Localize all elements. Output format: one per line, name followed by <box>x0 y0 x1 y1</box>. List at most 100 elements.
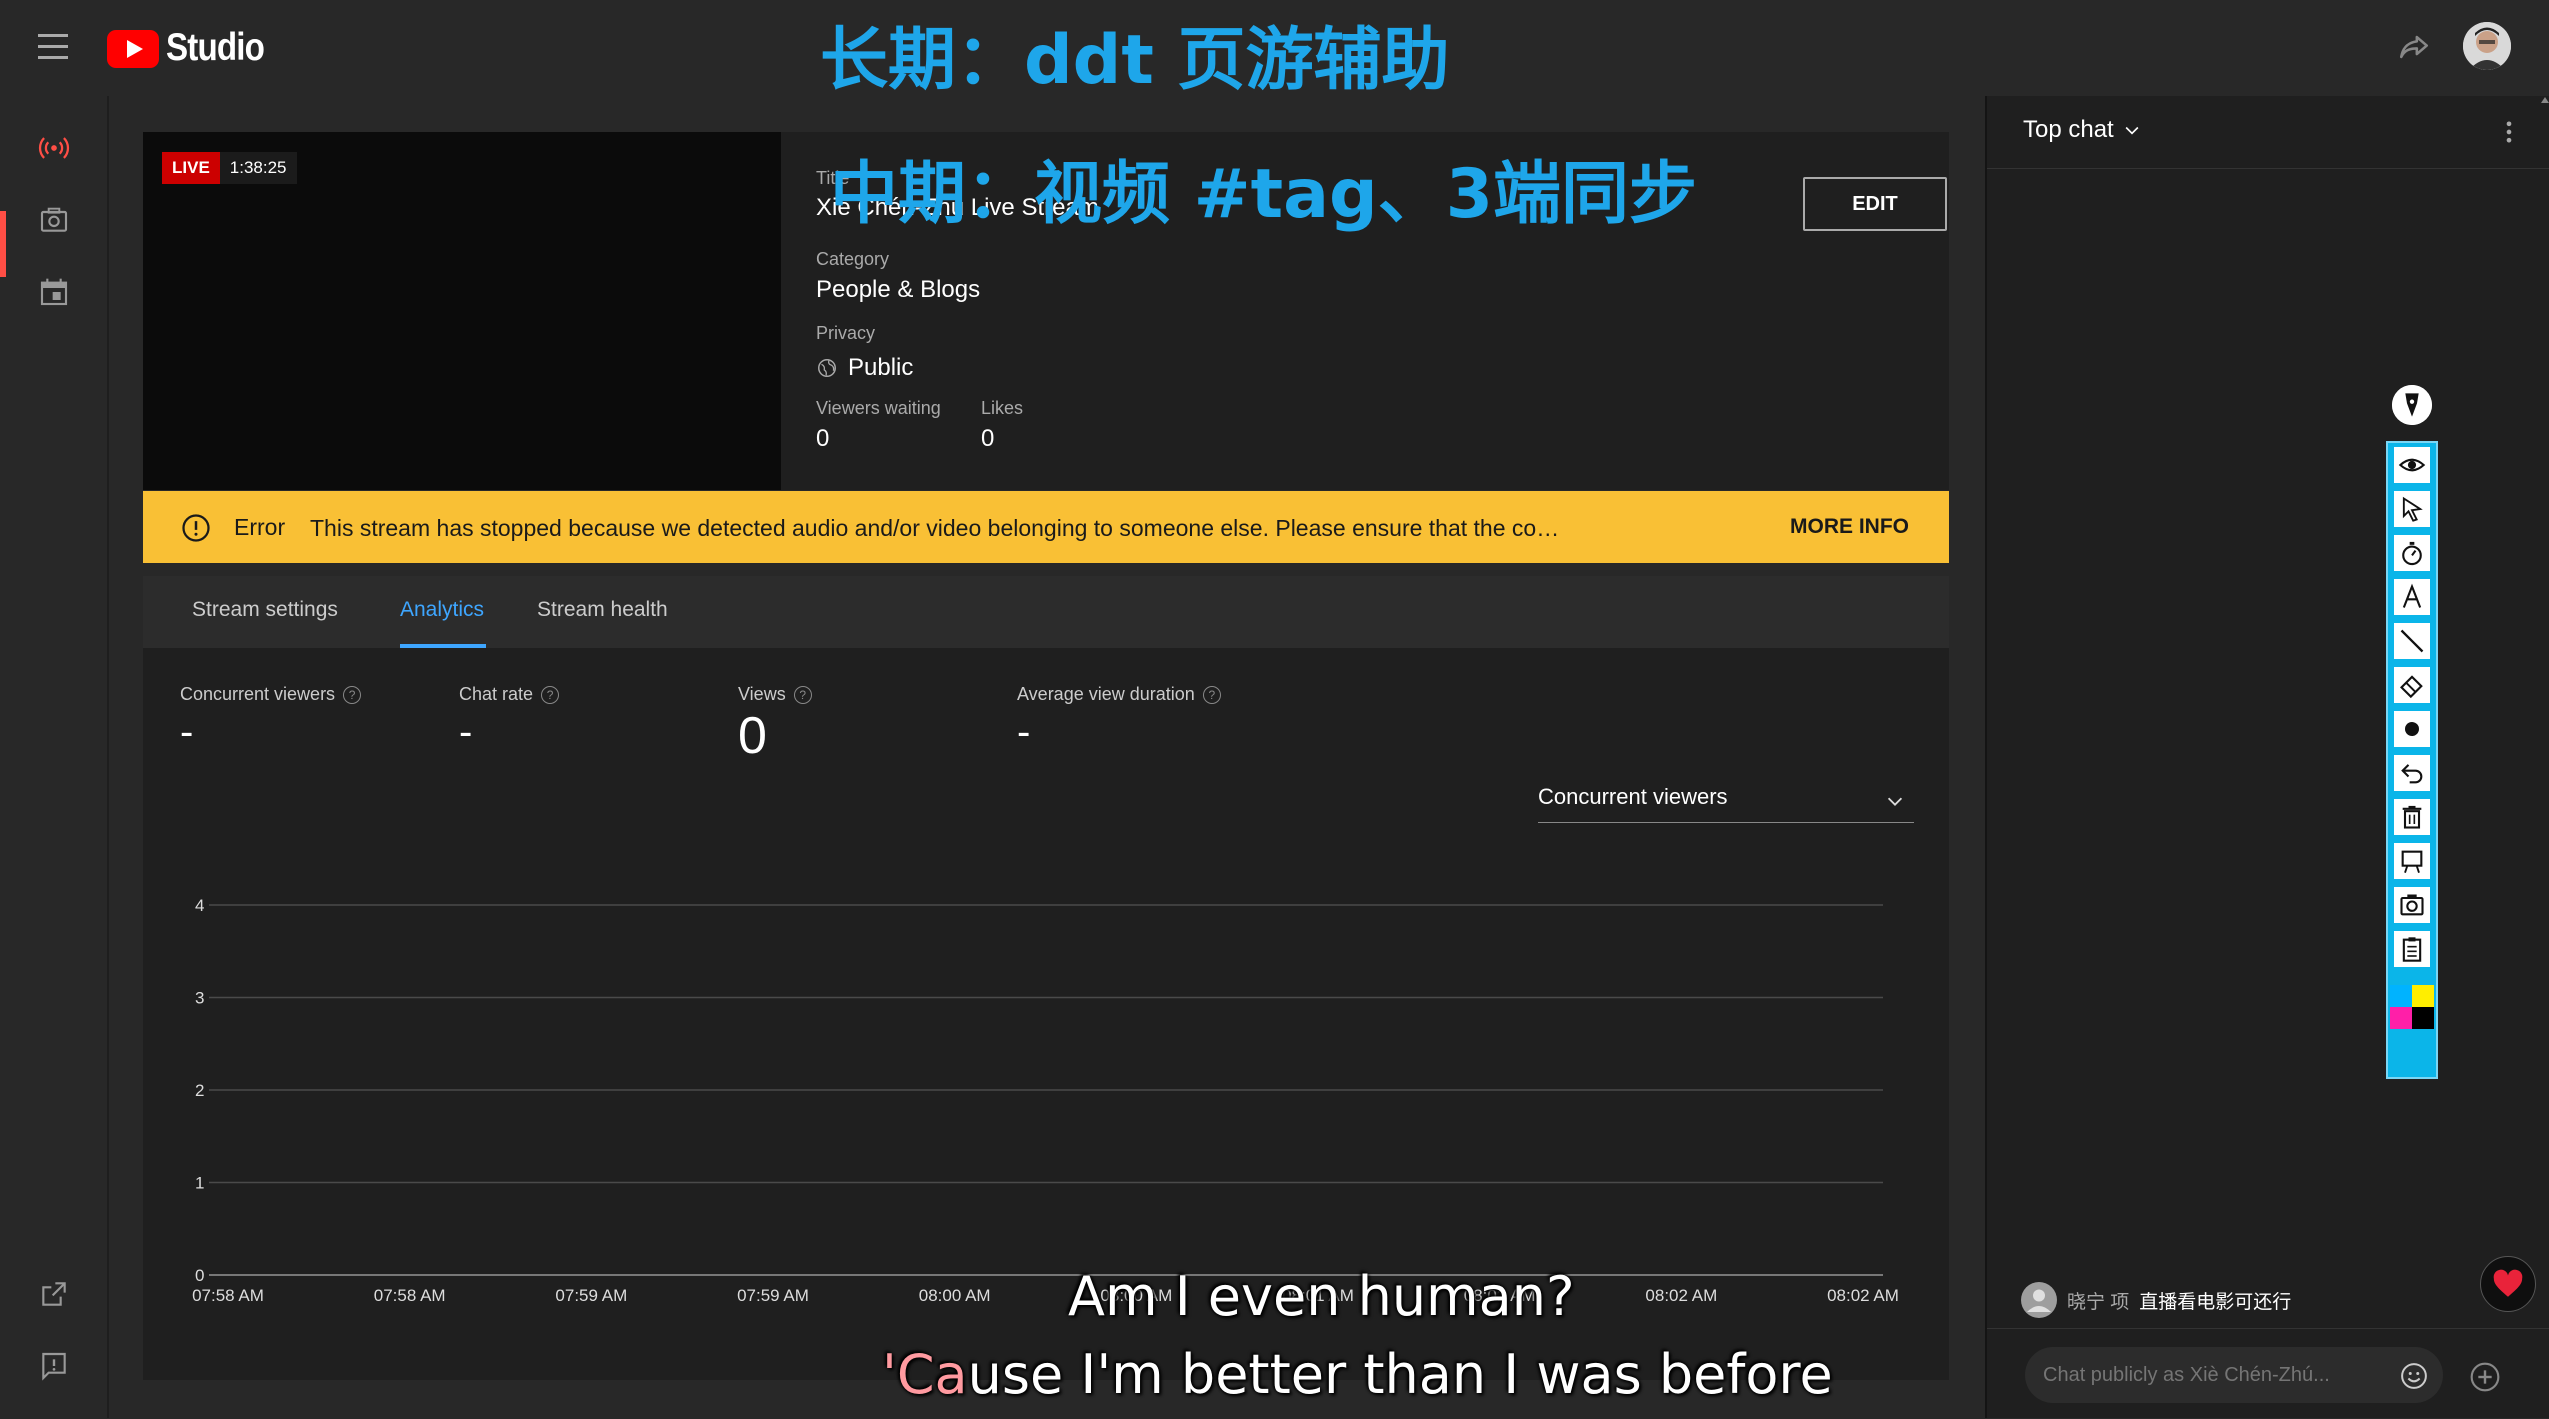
pen-icon[interactable] <box>2392 385 2432 425</box>
metric-label: Chat rate <box>459 684 534 704</box>
heart-icon <box>2493 1269 2523 1297</box>
metric-views-label: Views? <box>738 684 812 705</box>
metric-concurrent-viewers-label: Concurrent viewers? <box>180 684 362 705</box>
overlay-text-long-term: 长期：ddt 页游辅助 <box>820 21 1450 100</box>
tab-stream-health[interactable]: Stream health <box>537 598 668 622</box>
x-tick-label: 07:59 AM <box>737 1286 809 1305</box>
subtitle-line-1: Am I even human? <box>1068 1265 1575 1328</box>
tab-stream-settings[interactable]: Stream settings <box>192 598 338 622</box>
chat-mode-select[interactable]: Top chat <box>2023 116 2142 144</box>
x-tick-label: 07:58 AM <box>192 1286 264 1305</box>
warning-icon <box>181 513 211 543</box>
more-info-button[interactable]: MORE INFO <box>1790 515 1909 539</box>
elapsed-time: 1:38:25 <box>219 152 297 184</box>
chat-message: 晓宁 项 直播看电影可还行 <box>2021 1282 2291 1318</box>
whiteboard-icon[interactable] <box>2394 843 2430 879</box>
tab-analytics[interactable]: Analytics <box>400 598 484 622</box>
x-tick-label: 08:02 AM <box>1645 1286 1717 1305</box>
subtitle-line-2: 'Cause I'm better than I was before <box>882 1343 1833 1406</box>
scroll-up-icon[interactable] <box>2541 96 2549 104</box>
emoji-icon[interactable] <box>2399 1361 2429 1391</box>
privacy-row: Public <box>816 354 913 382</box>
eye-icon[interactable] <box>2394 447 2430 483</box>
menu-icon[interactable] <box>38 34 68 60</box>
youtube-logo-icon[interactable] <box>107 30 159 68</box>
eraser-icon[interactable] <box>2394 667 2430 703</box>
line-icon[interactable] <box>2394 623 2430 659</box>
feedback-icon[interactable] <box>34 1346 74 1386</box>
chevron-down-icon <box>2125 126 2139 135</box>
more-vert-icon[interactable] <box>2503 118 2515 146</box>
color-palette-icon[interactable] <box>2390 985 2434 1029</box>
studio-logo-text[interactable]: Studio <box>166 26 265 70</box>
subtitle-rest: use I'm better than I was before <box>967 1343 1833 1406</box>
y-tick-label: 1 <box>195 1174 204 1193</box>
error-message: This stream has stopped because we detec… <box>310 515 1560 541</box>
chat-input[interactable] <box>2025 1347 2443 1403</box>
privacy-label: Privacy <box>816 323 876 343</box>
likes-label: Likes <box>981 398 1024 418</box>
chevron-down-icon <box>1884 790 1906 812</box>
metric-label: Average view duration <box>1017 684 1195 704</box>
camera-icon[interactable] <box>34 200 74 240</box>
y-tick-label: 2 <box>195 1081 204 1100</box>
x-tick-label: 07:59 AM <box>555 1286 627 1305</box>
metric-chat-rate-value: - <box>459 710 473 754</box>
chart-metric-selected: Concurrent viewers <box>1538 784 1728 809</box>
chat-title: Top chat <box>2023 116 2114 143</box>
help-icon[interactable]: ? <box>343 685 362 704</box>
active-indicator <box>0 211 6 277</box>
clipboard-icon[interactable] <box>2394 931 2430 967</box>
metric-views-value: 0 <box>738 707 767 765</box>
x-tick-label: 07:58 AM <box>374 1286 446 1305</box>
metric-avg-view-duration-label: Average view duration? <box>1017 684 1221 705</box>
help-icon[interactable]: ? <box>541 685 560 704</box>
help-icon[interactable]: ? <box>793 685 812 704</box>
category-label: Category <box>816 249 890 269</box>
concurrent-viewers-chart: 0 1 2 3 4 07:58 AM 07:58 AM 07:59 AM 07:59 AM 08:… <box>192 896 1899 1305</box>
live-label: LIVE <box>162 152 220 184</box>
likes-value: 0 <box>981 425 995 452</box>
heart-reaction-button[interactable] <box>2480 1256 2536 1312</box>
tab-bar: Stream settings Analytics Stream health <box>143 576 1949 649</box>
timer-icon[interactable] <box>2394 535 2430 571</box>
metric-label: Views <box>738 684 786 704</box>
drawing-toolbar <box>2386 441 2438 1079</box>
y-tick-label: 3 <box>195 989 204 1008</box>
chart-metric-select[interactable]: Concurrent viewers <box>1538 778 1914 823</box>
chat-header: Top chat <box>1987 96 2549 169</box>
calendar-icon[interactable] <box>34 272 74 312</box>
share-icon[interactable] <box>2397 30 2431 64</box>
globe-icon <box>816 357 838 379</box>
viewers-waiting-value: 0 <box>816 425 830 452</box>
trash-icon[interactable] <box>2394 799 2430 835</box>
screenshot-icon[interactable] <box>2394 887 2430 923</box>
metric-concurrent-viewers-value: - <box>180 710 194 754</box>
external-link-icon[interactable] <box>34 1274 74 1314</box>
chat-message-text: 直播看电影可还行 <box>2139 1291 2292 1313</box>
stream-preview[interactable] <box>143 132 781 490</box>
live-icon[interactable] <box>34 128 74 168</box>
left-rail <box>0 96 109 1418</box>
x-tick-label: 08:02 AM <box>1827 1286 1899 1305</box>
category-value: People & Blogs <box>816 276 981 303</box>
metric-avg-view-duration-value: - <box>1017 710 1031 754</box>
subtitle-accent: 'Ca <box>882 1343 968 1406</box>
privacy-value: Public <box>848 354 914 381</box>
user-avatar-icon <box>2021 1282 2057 1318</box>
live-badge: LIVE 1:38:25 <box>162 152 297 184</box>
overlay-text-mid-term: 中期：视频 #tag、3端同步 <box>830 155 1698 234</box>
x-tick-label: 08:00 AM <box>919 1286 991 1305</box>
cursor-icon[interactable] <box>2394 491 2430 527</box>
text-icon[interactable] <box>2394 579 2430 615</box>
avatar[interactable] <box>2463 22 2511 70</box>
help-icon[interactable]: ? <box>1202 685 1221 704</box>
add-icon[interactable] <box>2469 1361 2501 1393</box>
chat-input-area <box>1987 1328 2549 1419</box>
viewers-waiting-label: Viewers waiting <box>816 398 941 418</box>
undo-icon[interactable] <box>2394 755 2430 791</box>
metric-label: Concurrent viewers <box>180 684 336 704</box>
edit-button[interactable]: EDIT <box>1803 177 1947 231</box>
metric-chat-rate-label: Chat rate? <box>459 684 560 705</box>
dot-icon[interactable] <box>2394 711 2430 747</box>
